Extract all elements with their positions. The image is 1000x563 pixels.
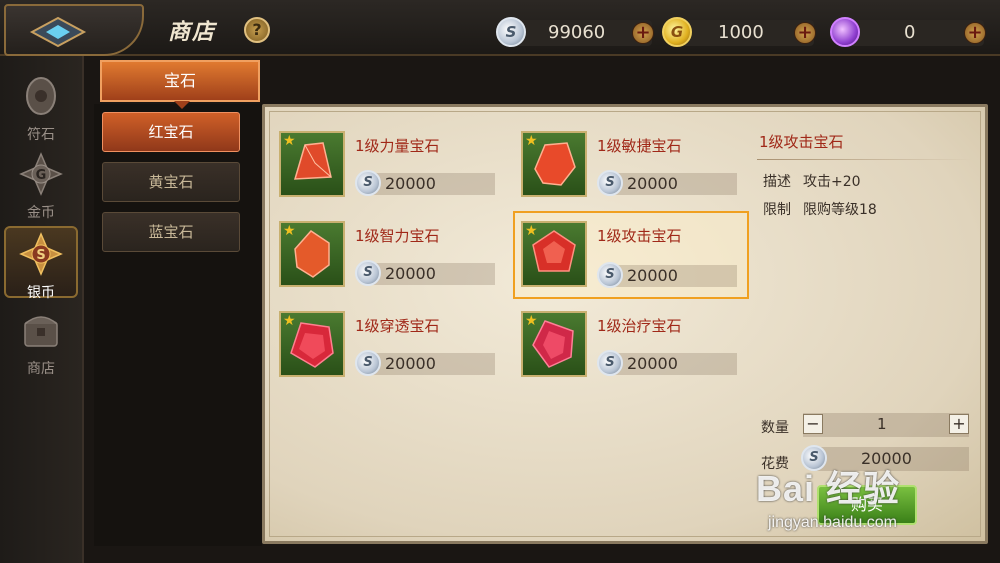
item-price-value: 20000 [627,354,678,373]
cost-value: 20000 [861,449,912,468]
star-icon: ★ [283,313,296,329]
item-detail-pane: 1级攻击宝石 描述 攻击+20 限制 限购等级18 [755,107,985,541]
item-price: S 20000 [355,260,495,286]
item-name: 1级攻击宝石 [597,227,682,245]
shop-item-penetration-gem[interactable]: ★ 1级穿透宝石 S 20000 [275,307,505,383]
sidebar: 符石 G 金币 S 银币 商店 [0,56,84,563]
gold-coin-icon: G [662,17,692,47]
gold-value: 1000 [718,22,764,43]
sidebar-item-label: 商店 [27,361,55,377]
quantity-label: 数量 [761,420,789,436]
shop-item-agility-gem[interactable]: ★ 1级敏捷宝石 S 20000 [517,127,747,203]
shop-item-healing-gem[interactable]: ★ 1级治疗宝石 S 20000 [517,307,747,383]
silver-coin-icon: S [355,260,381,286]
cost-label: 花费 [761,456,789,472]
item-name: 1级智力宝石 [355,227,440,245]
quantity-increase-button[interactable]: + [949,414,969,434]
category-topaz[interactable]: 黄宝石 [102,162,240,202]
quantity-decrease-button[interactable]: − [803,414,823,434]
item-name: 1级敏捷宝石 [597,137,682,155]
item-price-value: 20000 [385,264,436,283]
star-icon: ★ [283,133,296,149]
desc-label: 描述 [763,174,791,190]
svg-text:G: G [36,168,47,183]
item-thumbnail: ★ [279,311,345,377]
silver-coin-icon: S [597,170,623,196]
star-icon: ★ [283,223,296,239]
item-name: 1级力量宝石 [355,137,440,155]
divider [757,159,973,160]
back-arrow-icon [29,16,87,48]
page-title: 商店 [168,20,217,45]
add-gold-button[interactable]: + [794,22,816,44]
limit-label: 限制 [763,202,791,218]
silver-coin-icon: S [19,232,63,276]
detail-limit-row: 限制 限购等级18 [763,199,877,219]
sidebar-item-rune[interactable]: 符石 [4,70,78,143]
category-header-tab[interactable]: 宝石 [100,60,260,109]
item-name: 1级穿透宝石 [355,317,440,335]
item-price-value: 20000 [385,354,436,373]
sidebar-item-label: 金币 [27,205,55,221]
item-price: S 20000 [597,350,737,376]
item-price: S 20000 [355,350,495,376]
gem-currency: 0 + [830,17,986,47]
silver-currency: S 99060 + [496,17,654,47]
item-price: S 20000 [597,170,737,196]
quantity-stepper: − 1 + [803,413,969,437]
item-thumbnail: ★ [279,131,345,197]
cost-display: S 20000 [801,445,969,471]
item-thumbnail: ★ [521,221,587,287]
gem-value: 0 [904,22,916,43]
star-icon: ★ [525,223,538,239]
item-price-value: 20000 [627,266,678,285]
help-icon[interactable]: ? [244,17,270,43]
buy-button[interactable]: 购买 [817,485,917,525]
shop-item-strength-gem[interactable]: ★ 1级力量宝石 S 20000 [275,127,505,203]
item-price: S 20000 [597,262,737,288]
shop-panel: ★ 1级力量宝石 S 20000 ★ 1级敏捷宝石 S 20000 ★ 1级智力… [262,104,988,544]
rune-icon [26,77,56,115]
gold-coin-icon: G [19,152,63,196]
back-button[interactable] [4,4,144,56]
silver-coin-icon: S [597,262,623,288]
item-name: 1级治疗宝石 [597,317,682,335]
shop-item-intellect-gem[interactable]: ★ 1级智力宝石 S 20000 [275,217,505,293]
desc-value: 攻击+20 [803,174,861,190]
sidebar-item-shop[interactable]: 商店 [4,304,78,377]
category-sapphire[interactable]: 蓝宝石 [102,212,240,252]
shop-chest-icon [24,316,58,347]
silver-coin-icon: S [355,350,381,376]
limit-value: 限购等级18 [803,202,877,218]
category-ruby[interactable]: 红宝石 [102,112,240,152]
shop-item-attack-gem[interactable]: ★ 1级攻击宝石 S 20000 [513,211,749,299]
silver-coin-icon: S [597,350,623,376]
quantity-value: 1 [877,415,887,433]
silver-coin-icon: S [496,17,526,47]
top-bar: 商店 ? S 99060 + G 1000 + 0 + [0,0,1000,56]
sidebar-item-label: 银币 [27,285,55,301]
item-thumbnail: ★ [279,221,345,287]
svg-text:S: S [36,248,45,263]
item-price-value: 20000 [627,174,678,193]
add-gem-button[interactable]: + [964,22,986,44]
star-icon: ★ [525,133,538,149]
sidebar-item-silver[interactable]: S 银币 [4,226,78,301]
star-icon: ★ [525,313,538,329]
detail-title: 1级攻击宝石 [759,133,844,151]
item-thumbnail: ★ [521,311,587,377]
silver-value: 99060 [548,22,606,43]
item-price-value: 20000 [385,174,436,193]
purple-gem-icon [830,17,860,47]
item-thumbnail: ★ [521,131,587,197]
gold-currency: G 1000 + [662,17,816,47]
detail-desc-row: 描述 攻击+20 [763,171,861,191]
silver-coin-icon: S [355,170,381,196]
sidebar-item-gold[interactable]: G 金币 [4,148,78,221]
add-silver-button[interactable]: + [632,22,654,44]
sidebar-item-label: 符石 [27,127,55,143]
item-price: S 20000 [355,170,495,196]
silver-coin-icon: S [801,445,827,471]
